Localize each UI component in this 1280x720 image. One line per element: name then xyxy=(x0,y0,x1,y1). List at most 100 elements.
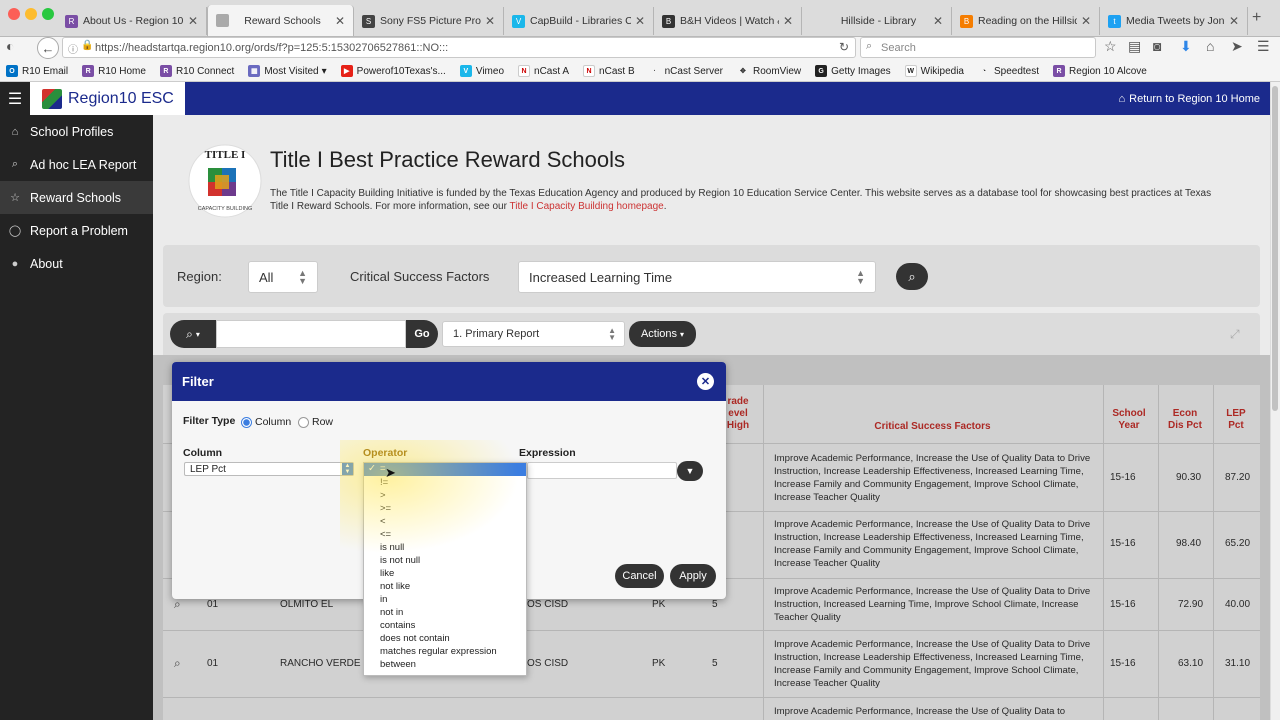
url-bar[interactable]: ⓘ 🔒 https://headstartqa.region10.org/ord… xyxy=(62,37,856,58)
operator-option[interactable]: < xyxy=(380,516,386,527)
back-history-icon[interactable]: ◐ xyxy=(6,38,14,54)
operator-option[interactable]: contains xyxy=(380,620,415,631)
expression-input[interactable] xyxy=(527,462,677,479)
send-icon[interactable]: ➤ xyxy=(1231,38,1243,55)
csf-select[interactable]: Increased Learning Time ▲ ▼ xyxy=(518,261,876,293)
return-home-link[interactable]: ⌂ Return to Region 10 Home xyxy=(1118,82,1260,115)
select-arrows-icon: ▲ ▼ xyxy=(608,326,616,342)
report-select[interactable]: 1. Primary Report ▲ ▼ xyxy=(442,321,625,347)
bookmark-roomview[interactable]: ✥ RoomView xyxy=(737,65,801,77)
home-icon[interactable]: ⌂ xyxy=(1206,38,1214,54)
close-tab-icon[interactable]: ✕ xyxy=(188,14,198,28)
bookmark-r10-connect[interactable]: R R10 Connect xyxy=(159,65,234,77)
bookmark-wikipedia[interactable]: W Wikipedia xyxy=(904,65,964,77)
filter-type-row-radio[interactable]: Row xyxy=(298,416,333,428)
capacity-building-link[interactable]: Title I Capacity Building homepage xyxy=(510,201,664,212)
download-icon[interactable]: ⬇ xyxy=(1180,38,1192,55)
region-label: Region: xyxy=(177,269,222,284)
search-icon: ⌕ xyxy=(11,158,19,170)
filter-type-column-radio[interactable]: Column xyxy=(241,416,291,428)
reload-icon[interactable]: ↻ xyxy=(839,40,849,54)
sidebar-item-school-profiles[interactable]: ⌂ School Profiles xyxy=(0,115,153,148)
report-search-input[interactable] xyxy=(216,320,406,348)
caret-down-icon: ▼ xyxy=(685,466,695,476)
tab-about-us[interactable]: R About Us - Region 10 We✕ xyxy=(57,7,207,35)
youtube-icon: ▶ xyxy=(340,65,353,77)
operator-option[interactable]: <= xyxy=(380,529,391,540)
operator-option[interactable]: matches regular expression xyxy=(380,646,497,657)
reading-list-icon[interactable]: ▤ xyxy=(1128,38,1141,55)
close-tab-icon[interactable]: ✕ xyxy=(783,14,793,28)
tab-sony-fs5[interactable]: S Sony FS5 Picture Profile S✕ xyxy=(354,7,504,35)
app-header xyxy=(0,82,1270,115)
operator-option[interactable]: > xyxy=(380,490,386,501)
bookmark-vimeo[interactable]: V Vimeo xyxy=(459,65,504,77)
bookmark-speedtest[interactable]: ◔ Speedtest xyxy=(978,65,1039,77)
tab-bh-videos[interactable]: B B&H Videos | Watch & Le✕ xyxy=(654,7,802,35)
bookmark-ncast-server[interactable]: · nCast Server xyxy=(649,65,723,77)
sidebar-item-reward-schools[interactable]: ☆ Reward Schools xyxy=(0,181,153,214)
filter-type-label: Filter Type xyxy=(183,415,236,427)
tab-reward-schools[interactable]: Reward Schools ✕ xyxy=(207,5,354,36)
search-icon: ⌕ xyxy=(186,326,193,341)
info-icon[interactable]: ⓘ xyxy=(68,41,78,56)
tab-capbuild[interactable]: V CapBuild - Libraries Conte✕ xyxy=(504,7,654,35)
tab-media-tweets[interactable]: t Media Tweets by Joni Ha✕ xyxy=(1100,7,1248,35)
tab-hillside-library[interactable]: Hillside - Library ✕ xyxy=(802,7,952,35)
operator-option[interactable]: not like xyxy=(380,581,410,592)
close-tab-icon[interactable]: ✕ xyxy=(1229,14,1239,28)
bookmark-r10-home[interactable]: R R10 Home xyxy=(82,65,146,77)
back-arrow-icon[interactable]: ← xyxy=(37,37,59,59)
expand-icon[interactable]: ⤢ xyxy=(1230,327,1240,342)
close-window-button[interactable] xyxy=(8,8,20,20)
apply-button[interactable]: Apply xyxy=(670,564,716,588)
select-arrows-icon: ▲ ▼ xyxy=(342,463,353,475)
sidebar-item-ad-hoc-lea-report[interactable]: ⌕ Ad hoc LEA Report xyxy=(0,148,153,181)
sidebar-item-report-a-problem[interactable]: ◯ Report a Problem xyxy=(0,214,153,247)
operator-option[interactable]: is not null xyxy=(380,555,420,566)
close-tab-icon[interactable]: ✕ xyxy=(635,14,645,28)
bookmark-region10-alcove[interactable]: R Region 10 Alcove xyxy=(1053,65,1147,77)
region-select[interactable]: All ▲ ▼ xyxy=(248,261,318,293)
bookmark-most-visited[interactable]: ▦ Most Visited ▾ xyxy=(248,65,327,77)
bookmark-r10-email[interactable]: O R10 Email xyxy=(6,65,68,77)
close-dialog-button[interactable]: ✕ xyxy=(697,373,714,390)
close-tab-icon[interactable]: ✕ xyxy=(1081,14,1091,28)
menu-icon[interactable]: ☰ xyxy=(1257,38,1270,55)
search-column-button[interactable]: ⌕ ▾ xyxy=(170,320,216,348)
region10-favicon-icon: R xyxy=(65,14,78,28)
search-field[interactable]: ⌕ Search xyxy=(860,37,1096,58)
bookmark-ncast-a[interactable]: NnCast A xyxy=(518,65,569,77)
new-tab-icon[interactable]: + xyxy=(1252,9,1261,27)
close-tab-icon[interactable]: ✕ xyxy=(933,14,943,28)
close-tab-icon[interactable]: ✕ xyxy=(335,14,345,28)
hamburger-menu-icon[interactable]: ☰ xyxy=(0,82,30,115)
search-button[interactable]: ⌕ xyxy=(896,263,928,290)
bookmark-star-icon[interactable]: ☆ xyxy=(1104,38,1117,55)
operator-option[interactable]: not in xyxy=(380,607,403,618)
blank-favicon-icon xyxy=(810,15,823,28)
minimize-window-button[interactable] xyxy=(25,8,37,20)
go-button[interactable]: Go xyxy=(406,320,438,348)
close-tab-icon[interactable]: ✕ xyxy=(485,14,495,28)
expression-dropdown-button[interactable]: ▼ xyxy=(677,461,703,481)
scrollbar-thumb[interactable] xyxy=(1272,86,1278,411)
bookmark-getty-images[interactable]: G Getty Images xyxy=(815,65,891,77)
cancel-button[interactable]: Cancel xyxy=(615,564,664,588)
zoom-window-button[interactable] xyxy=(42,8,54,20)
operator-option[interactable]: is null xyxy=(380,542,404,553)
operator-option[interactable]: between xyxy=(380,659,416,670)
operator-option[interactable]: in xyxy=(380,594,387,605)
region10-logo[interactable]: Region10 ESC xyxy=(30,82,185,115)
operator-option[interactable]: does not contain xyxy=(380,633,450,644)
ncast-icon: N xyxy=(518,65,531,77)
bookmark-powerof10texas[interactable]: ▶ Powerof10Texas's... xyxy=(340,65,446,77)
column-select[interactable]: LEP Pct ▲ ▼ xyxy=(184,462,354,476)
bookmark-ncast-b[interactable]: NnCast B xyxy=(583,65,635,77)
actions-button[interactable]: Actions ▾ xyxy=(629,321,696,347)
sidebar-item-about[interactable]: ● About xyxy=(0,247,153,280)
operator-option[interactable]: like xyxy=(380,568,394,579)
operator-option[interactable]: >= xyxy=(380,503,391,514)
pocket-icon[interactable]: ◙ xyxy=(1153,38,1161,54)
tab-reading-hillside[interactable]: B Reading on the Hillside ✕ xyxy=(952,7,1100,35)
